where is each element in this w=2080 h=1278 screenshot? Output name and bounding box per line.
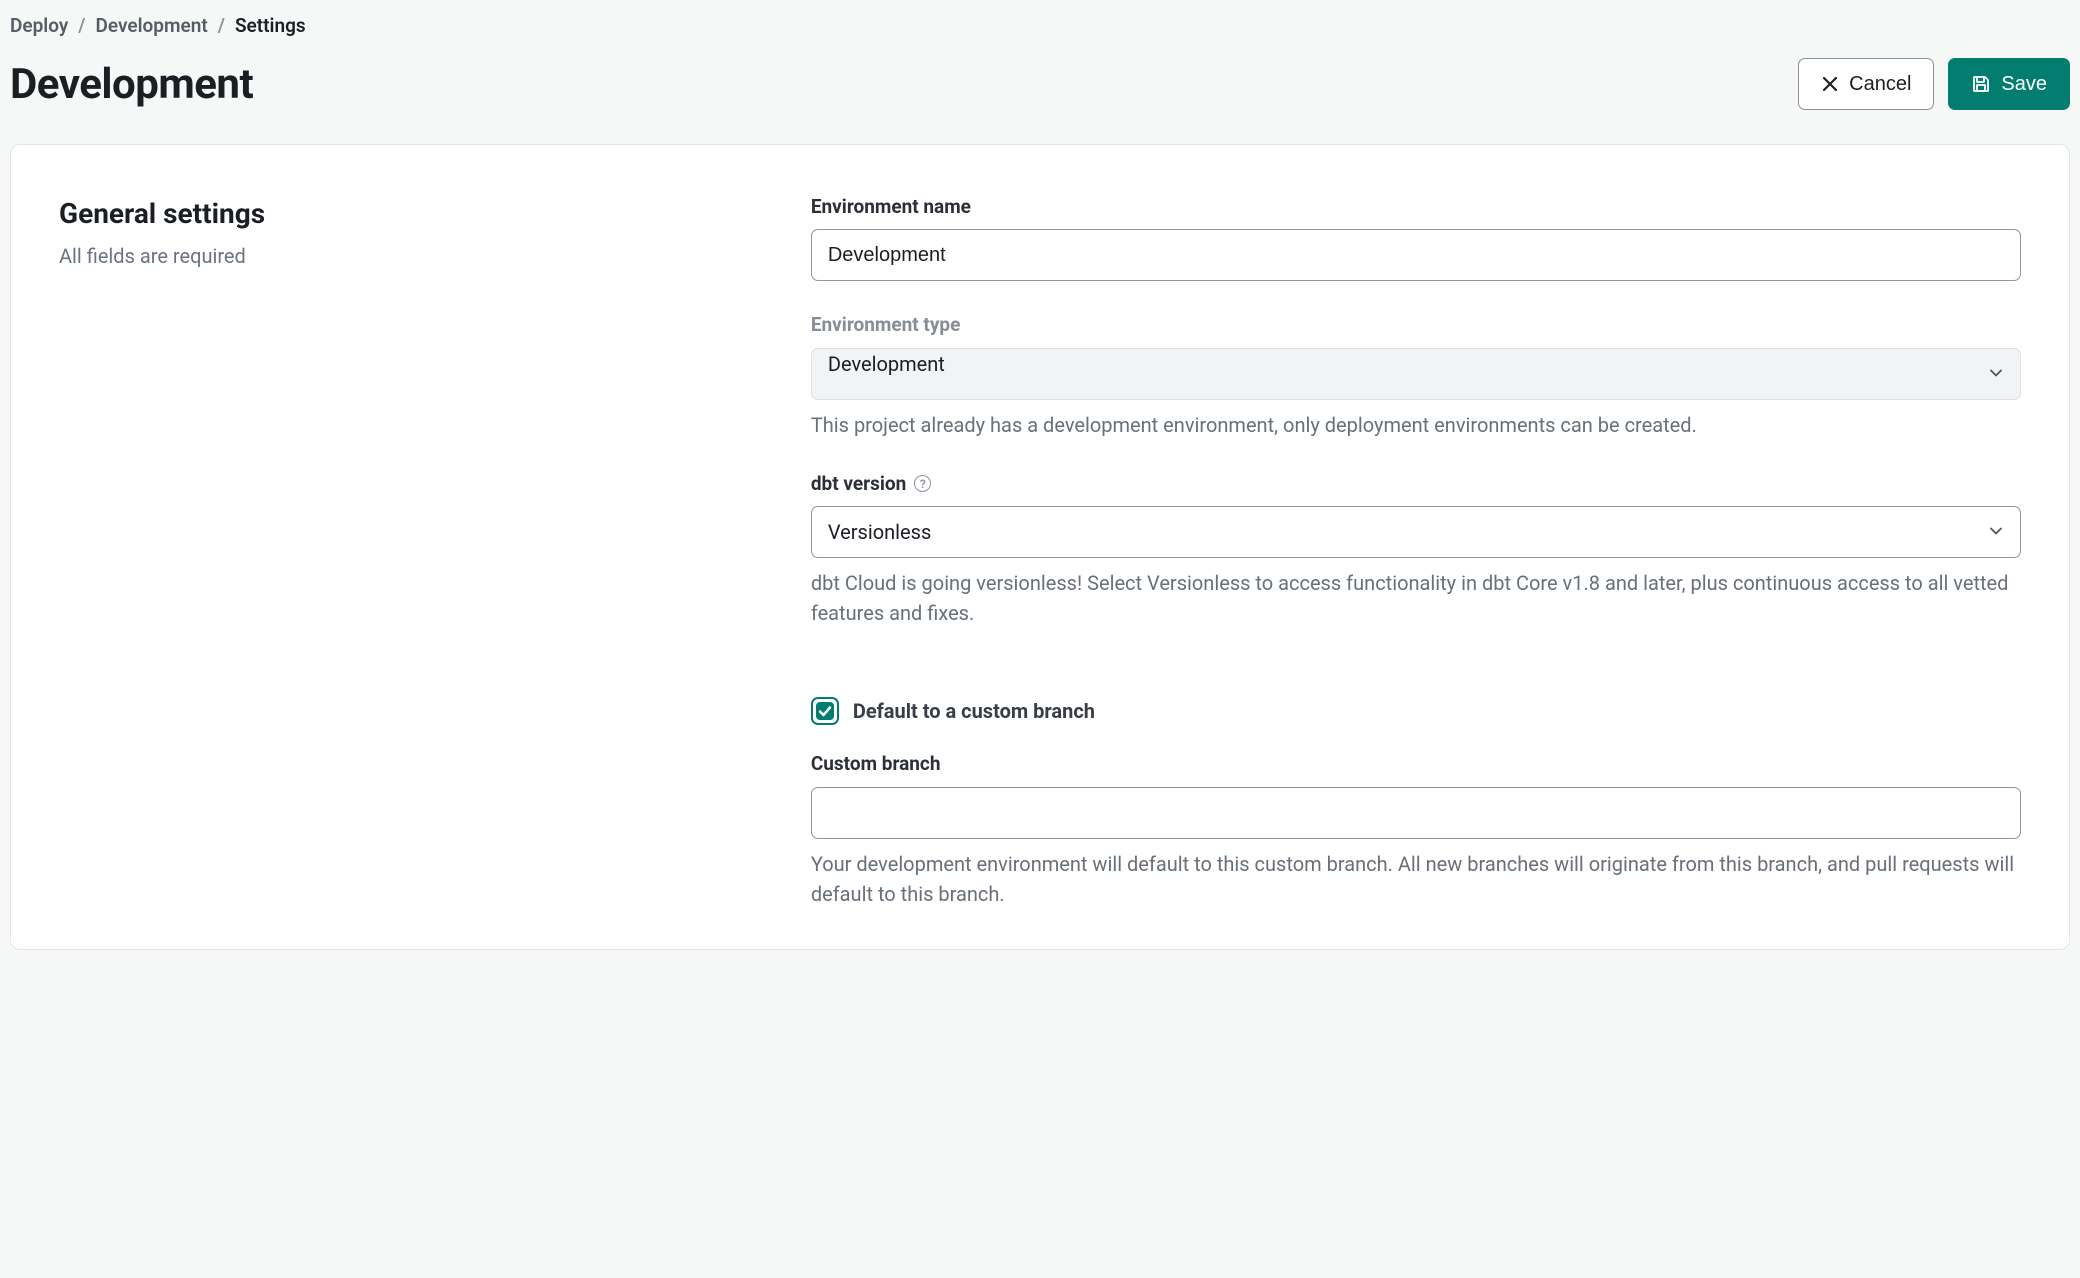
save-icon <box>1971 74 1991 94</box>
environment-name-input[interactable] <box>811 229 2021 281</box>
close-icon <box>1821 75 1839 93</box>
dbt-version-help: dbt Cloud is going versionless! Select V… <box>811 568 2021 628</box>
custom-branch-label: Custom branch <box>811 750 2021 779</box>
cancel-button-label: Cancel <box>1849 73 1911 96</box>
breadcrumb-current: Settings <box>235 12 306 41</box>
environment-type-help: This project already has a development e… <box>811 410 2021 440</box>
field-environment-type: Environment type Development This projec… <box>811 311 2021 440</box>
dbt-version-select[interactable]: Versionless <box>811 506 2021 558</box>
dbt-version-label: dbt version <box>811 470 906 499</box>
environment-name-label: Environment name <box>811 193 2021 222</box>
field-dbt-version: dbt version ? Versionless <box>811 470 2021 629</box>
breadcrumb-separator: / <box>78 12 85 41</box>
custom-branch-input[interactable] <box>811 787 2021 839</box>
breadcrumb-separator: / <box>218 12 225 41</box>
section-title: General settings <box>59 193 771 235</box>
help-icon[interactable]: ? <box>914 475 931 492</box>
custom-branch-checkbox-label: Default to a custom branch <box>853 696 1095 726</box>
custom-branch-help: Your development environment will defaul… <box>811 849 2021 909</box>
cancel-button[interactable]: Cancel <box>1798 58 1934 110</box>
settings-card: General settings All fields are required… <box>10 144 2070 950</box>
field-custom-branch: Custom branch Your development environme… <box>811 750 2021 909</box>
breadcrumb-link-development[interactable]: Development <box>96 12 208 41</box>
dbt-version-value: Versionless <box>828 517 931 547</box>
environment-type-select: Development <box>811 348 2021 400</box>
custom-branch-checkbox-row[interactable]: Default to a custom branch <box>811 696 2021 726</box>
section-subtitle: All fields are required <box>59 241 771 271</box>
environment-type-value: Development <box>828 352 945 376</box>
breadcrumb-link-deploy[interactable]: Deploy <box>10 12 68 41</box>
environment-type-label: Environment type <box>811 311 2021 340</box>
save-button-label: Save <box>2001 73 2047 96</box>
custom-branch-checkbox[interactable] <box>811 697 839 725</box>
page-title: Development <box>10 53 253 116</box>
breadcrumb: Deploy / Development / Settings <box>10 8 2070 47</box>
save-button[interactable]: Save <box>1948 58 2070 110</box>
section-header: General settings All fields are required <box>59 193 771 909</box>
check-icon <box>817 703 833 719</box>
field-environment-name: Environment name <box>811 193 2021 282</box>
